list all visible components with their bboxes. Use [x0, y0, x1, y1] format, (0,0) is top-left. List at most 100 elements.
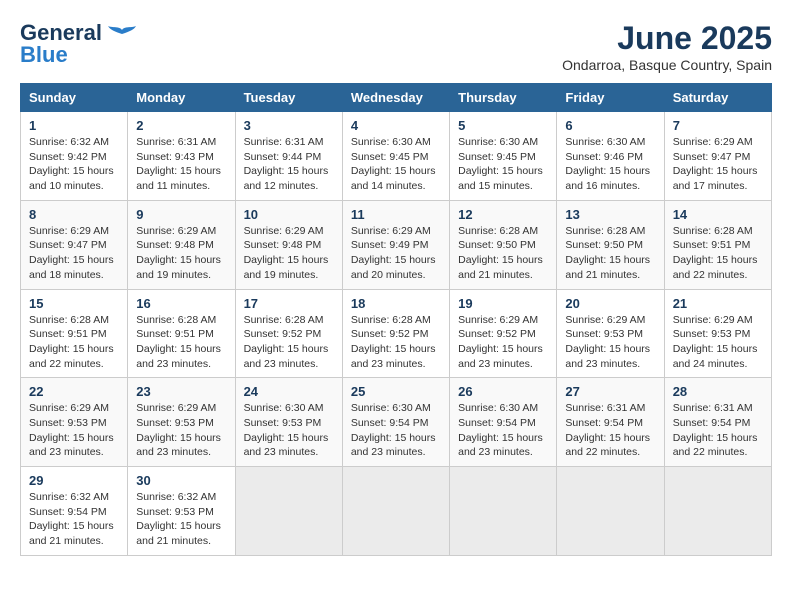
header-saturday: Saturday	[664, 84, 771, 112]
table-row: 17 Sunrise: 6:28 AM Sunset: 9:52 PM Dayli…	[235, 289, 342, 378]
table-row: 22 Sunrise: 6:29 AM Sunset: 9:53 PM Dayli…	[21, 378, 128, 467]
day-number: 20	[565, 296, 655, 311]
day-number: 8	[29, 207, 119, 222]
day-info: Sunrise: 6:32 AM Sunset: 9:53 PM Dayligh…	[136, 490, 226, 549]
day-info: Sunrise: 6:31 AM Sunset: 9:54 PM Dayligh…	[673, 401, 763, 460]
day-info: Sunrise: 6:28 AM Sunset: 9:52 PM Dayligh…	[244, 313, 334, 372]
table-row: 30 Sunrise: 6:32 AM Sunset: 9:53 PM Dayli…	[128, 467, 235, 556]
table-row: 12 Sunrise: 6:28 AM Sunset: 9:50 PM Dayli…	[450, 200, 557, 289]
table-row: 3 Sunrise: 6:31 AM Sunset: 9:44 PM Daylig…	[235, 112, 342, 201]
day-number: 25	[351, 384, 441, 399]
day-info: Sunrise: 6:29 AM Sunset: 9:53 PM Dayligh…	[673, 313, 763, 372]
day-info: Sunrise: 6:29 AM Sunset: 9:53 PM Dayligh…	[29, 401, 119, 460]
day-number: 27	[565, 384, 655, 399]
calendar-week-2: 15 Sunrise: 6:28 AM Sunset: 9:51 PM Dayli…	[21, 289, 772, 378]
table-row	[557, 467, 664, 556]
day-info: Sunrise: 6:32 AM Sunset: 9:54 PM Dayligh…	[29, 490, 119, 549]
day-number: 15	[29, 296, 119, 311]
table-row: 16 Sunrise: 6:28 AM Sunset: 9:51 PM Dayli…	[128, 289, 235, 378]
day-info: Sunrise: 6:30 AM Sunset: 9:45 PM Dayligh…	[458, 135, 548, 194]
day-info: Sunrise: 6:29 AM Sunset: 9:52 PM Dayligh…	[458, 313, 548, 372]
day-number: 14	[673, 207, 763, 222]
day-number: 22	[29, 384, 119, 399]
day-number: 2	[136, 118, 226, 133]
table-row: 27 Sunrise: 6:31 AM Sunset: 9:54 PM Dayli…	[557, 378, 664, 467]
day-info: Sunrise: 6:28 AM Sunset: 9:51 PM Dayligh…	[29, 313, 119, 372]
day-number: 21	[673, 296, 763, 311]
table-row	[450, 467, 557, 556]
table-row: 6 Sunrise: 6:30 AM Sunset: 9:46 PM Daylig…	[557, 112, 664, 201]
table-row: 4 Sunrise: 6:30 AM Sunset: 9:45 PM Daylig…	[342, 112, 449, 201]
day-info: Sunrise: 6:32 AM Sunset: 9:42 PM Dayligh…	[29, 135, 119, 194]
logo-bird-icon	[108, 26, 136, 46]
day-number: 7	[673, 118, 763, 133]
header-thursday: Thursday	[450, 84, 557, 112]
table-row: 29Sunrise: 6:32 AM Sunset: 9:54 PM Dayli…	[21, 467, 128, 556]
day-number: 19	[458, 296, 548, 311]
table-row: 18 Sunrise: 6:28 AM Sunset: 9:52 PM Dayli…	[342, 289, 449, 378]
day-number: 5	[458, 118, 548, 133]
day-number: 12	[458, 207, 548, 222]
day-info: Sunrise: 6:28 AM Sunset: 9:51 PM Dayligh…	[136, 313, 226, 372]
table-row: 10Sunrise: 6:29 AM Sunset: 9:48 PM Dayli…	[235, 200, 342, 289]
day-number: 24	[244, 384, 334, 399]
day-number: 23	[136, 384, 226, 399]
table-row: 13Sunrise: 6:28 AM Sunset: 9:50 PM Dayli…	[557, 200, 664, 289]
day-info: Sunrise: 6:30 AM Sunset: 9:45 PM Dayligh…	[351, 135, 441, 194]
day-number: 4	[351, 118, 441, 133]
table-row: 19 Sunrise: 6:29 AM Sunset: 9:52 PM Dayli…	[450, 289, 557, 378]
day-number: 6	[565, 118, 655, 133]
day-number: 3	[244, 118, 334, 133]
table-row	[235, 467, 342, 556]
day-number: 1	[29, 118, 119, 133]
day-info: Sunrise: 6:30 AM Sunset: 9:54 PM Dayligh…	[351, 401, 441, 460]
header-friday: Friday	[557, 84, 664, 112]
logo-blue-text: Blue	[20, 42, 68, 68]
table-row: 1 Sunrise: 6:32 AM Sunset: 9:42 PM Daylig…	[21, 112, 128, 201]
day-info: Sunrise: 6:29 AM Sunset: 9:49 PM Dayligh…	[351, 224, 441, 283]
day-info: Sunrise: 6:29 AM Sunset: 9:48 PM Dayligh…	[136, 224, 226, 283]
table-row: 8Sunrise: 6:29 AM Sunset: 9:47 PM Daylig…	[21, 200, 128, 289]
day-info: Sunrise: 6:30 AM Sunset: 9:46 PM Dayligh…	[565, 135, 655, 194]
table-row: 5 Sunrise: 6:30 AM Sunset: 9:45 PM Daylig…	[450, 112, 557, 201]
calendar-week-0: 1 Sunrise: 6:32 AM Sunset: 9:42 PM Daylig…	[21, 112, 772, 201]
day-number: 13	[565, 207, 655, 222]
table-row: 2 Sunrise: 6:31 AM Sunset: 9:43 PM Daylig…	[128, 112, 235, 201]
calendar-week-4: 29Sunrise: 6:32 AM Sunset: 9:54 PM Dayli…	[21, 467, 772, 556]
day-number: 28	[673, 384, 763, 399]
day-number: 16	[136, 296, 226, 311]
table-row: 11 Sunrise: 6:29 AM Sunset: 9:49 PM Dayli…	[342, 200, 449, 289]
calendar-week-1: 8Sunrise: 6:29 AM Sunset: 9:47 PM Daylig…	[21, 200, 772, 289]
day-info: Sunrise: 6:28 AM Sunset: 9:50 PM Dayligh…	[458, 224, 548, 283]
calendar-table: Sunday Monday Tuesday Wednesday Thursday…	[20, 83, 772, 556]
title-area: June 2025 Ondarroa, Basque Country, Spai…	[562, 20, 772, 73]
header-wednesday: Wednesday	[342, 84, 449, 112]
table-row: 14 Sunrise: 6:28 AM Sunset: 9:51 PM Dayli…	[664, 200, 771, 289]
day-number: 26	[458, 384, 548, 399]
day-info: Sunrise: 6:28 AM Sunset: 9:51 PM Dayligh…	[673, 224, 763, 283]
day-number: 18	[351, 296, 441, 311]
logo: General Blue	[20, 20, 136, 68]
table-row	[342, 467, 449, 556]
table-row: 9Sunrise: 6:29 AM Sunset: 9:48 PM Daylig…	[128, 200, 235, 289]
day-info: Sunrise: 6:29 AM Sunset: 9:48 PM Dayligh…	[244, 224, 334, 283]
table-row: 26 Sunrise: 6:30 AM Sunset: 9:54 PM Dayli…	[450, 378, 557, 467]
day-number: 17	[244, 296, 334, 311]
day-info: Sunrise: 6:31 AM Sunset: 9:44 PM Dayligh…	[244, 135, 334, 194]
day-info: Sunrise: 6:31 AM Sunset: 9:43 PM Dayligh…	[136, 135, 226, 194]
header-monday: Monday	[128, 84, 235, 112]
day-info: Sunrise: 6:29 AM Sunset: 9:47 PM Dayligh…	[673, 135, 763, 194]
table-row: 21 Sunrise: 6:29 AM Sunset: 9:53 PM Dayli…	[664, 289, 771, 378]
table-row: 28 Sunrise: 6:31 AM Sunset: 9:54 PM Dayli…	[664, 378, 771, 467]
day-info: Sunrise: 6:28 AM Sunset: 9:52 PM Dayligh…	[351, 313, 441, 372]
table-row: 23Sunrise: 6:29 AM Sunset: 9:53 PM Dayli…	[128, 378, 235, 467]
day-number: 30	[136, 473, 226, 488]
table-row: 20Sunrise: 6:29 AM Sunset: 9:53 PM Dayli…	[557, 289, 664, 378]
day-number: 11	[351, 207, 441, 222]
day-info: Sunrise: 6:31 AM Sunset: 9:54 PM Dayligh…	[565, 401, 655, 460]
day-info: Sunrise: 6:30 AM Sunset: 9:54 PM Dayligh…	[458, 401, 548, 460]
calendar-subtitle: Ondarroa, Basque Country, Spain	[562, 57, 772, 73]
table-row: 24Sunrise: 6:30 AM Sunset: 9:53 PM Dayli…	[235, 378, 342, 467]
page-header: General Blue June 2025 Ondarroa, Basque …	[20, 20, 772, 73]
calendar-week-3: 22 Sunrise: 6:29 AM Sunset: 9:53 PM Dayli…	[21, 378, 772, 467]
